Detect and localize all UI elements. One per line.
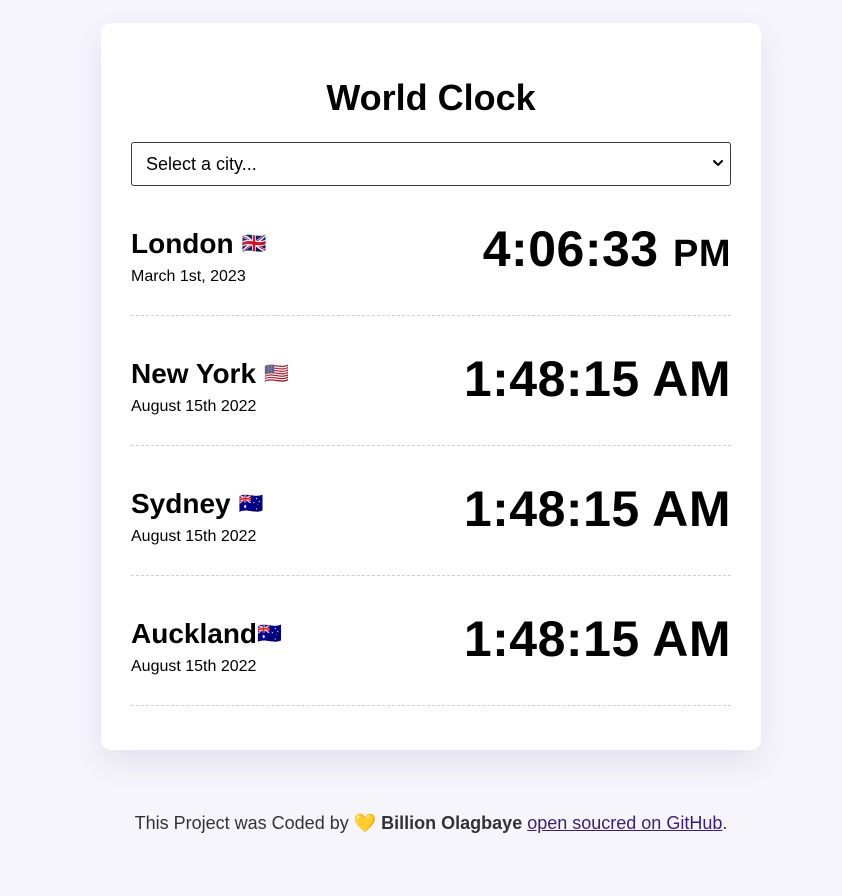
city-date: August 15th 2022 bbox=[131, 398, 257, 415]
au-flag-icon: 🇦🇺 bbox=[257, 623, 282, 645]
city-time: 1:48:15 AM bbox=[464, 481, 731, 537]
footer-prefix: This Project was Coded by bbox=[134, 813, 349, 833]
city-row-london: London 🇬🇧 March 1st, 2023 4:06:33 PM bbox=[131, 186, 731, 316]
city-name: Sydney bbox=[131, 488, 231, 519]
footer-suffix: . bbox=[722, 813, 728, 833]
time-value: 1:48:15 bbox=[463, 351, 640, 407]
city-row-auckland: Auckland🇦🇺 August 15th 2022 1:48:15 AM bbox=[131, 576, 731, 706]
city-row-sydney: Sydney 🇦🇺 August 15th 2022 1:48:15 AM bbox=[131, 446, 731, 576]
city-select[interactable]: Select a city... bbox=[131, 142, 731, 186]
au-flag-icon: 🇦🇺 bbox=[238, 493, 264, 515]
time-ampm: AM bbox=[652, 611, 731, 667]
time-ampm: PM bbox=[673, 233, 731, 275]
city-name: London bbox=[131, 228, 234, 259]
time-value: 4:06:33 bbox=[482, 221, 659, 277]
city-row-new-york: New York 🇺🇸 August 15th 2022 1:48:15 AM bbox=[131, 316, 731, 446]
city-time: 4:06:33 PM bbox=[483, 221, 731, 282]
city-name: Auckland bbox=[131, 618, 258, 649]
uk-flag-icon: 🇬🇧 bbox=[241, 233, 267, 255]
city-time: 1:48:15 AM bbox=[464, 351, 731, 407]
city-date: March 1st, 2023 bbox=[131, 268, 246, 285]
us-flag-icon: 🇺🇸 bbox=[264, 363, 289, 385]
time-value: 1:48:15 bbox=[463, 611, 640, 667]
time-value: 1:48:15 bbox=[463, 481, 640, 537]
page-title: World Clock bbox=[326, 77, 536, 118]
time-ampm: AM bbox=[652, 481, 731, 537]
github-link[interactable]: open soucred on GitHub bbox=[527, 813, 722, 833]
city-time: 1:48:15 AM bbox=[464, 611, 731, 667]
city-date: August 15th 2022 bbox=[131, 658, 257, 675]
city-date: August 15th 2022 bbox=[131, 528, 257, 545]
city-select-value: Select a city... bbox=[146, 154, 257, 174]
author-name: Billion Olagbaye bbox=[381, 813, 523, 833]
world-clock-card: World Clock Select a city... London 🇬🇧 Ma… bbox=[101, 23, 761, 750]
chevron-down-icon bbox=[713, 160, 723, 166]
heart-icon: 💛 bbox=[353, 813, 377, 833]
footer: This Project was Coded by 💛 Billion Olag… bbox=[0, 813, 842, 834]
time-ampm: AM bbox=[652, 351, 731, 407]
city-name: New York bbox=[131, 358, 257, 389]
